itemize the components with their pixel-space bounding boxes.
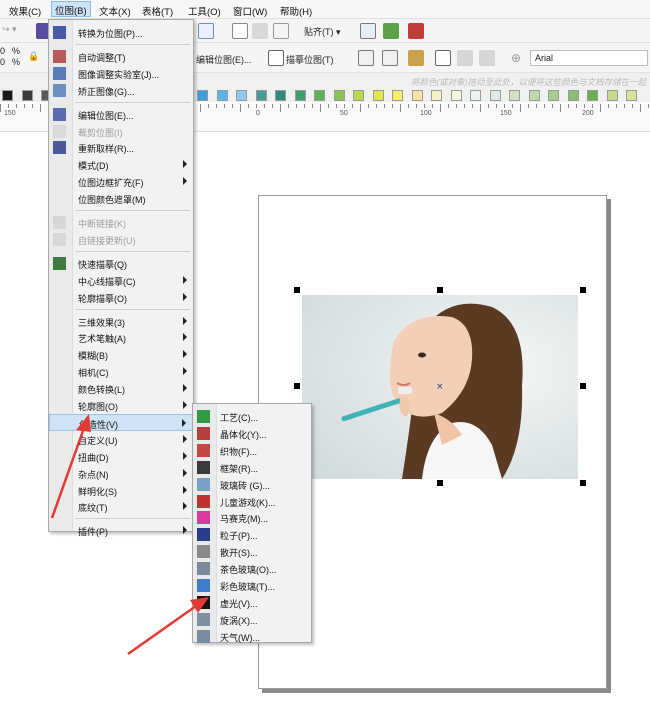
annotation-arrow-1 <box>50 427 86 519</box>
annotation-arrowhead-2 <box>190 597 209 613</box>
app-window: 效果(C) 位图(B) 文本(X) 表格(T) 工具(O) 窗口(W) 帮助(H… <box>0 0 650 717</box>
annotation-arrow-2 <box>127 604 197 656</box>
annotation-arrows <box>50 414 209 656</box>
annotation-arrowhead-1 <box>76 414 91 432</box>
